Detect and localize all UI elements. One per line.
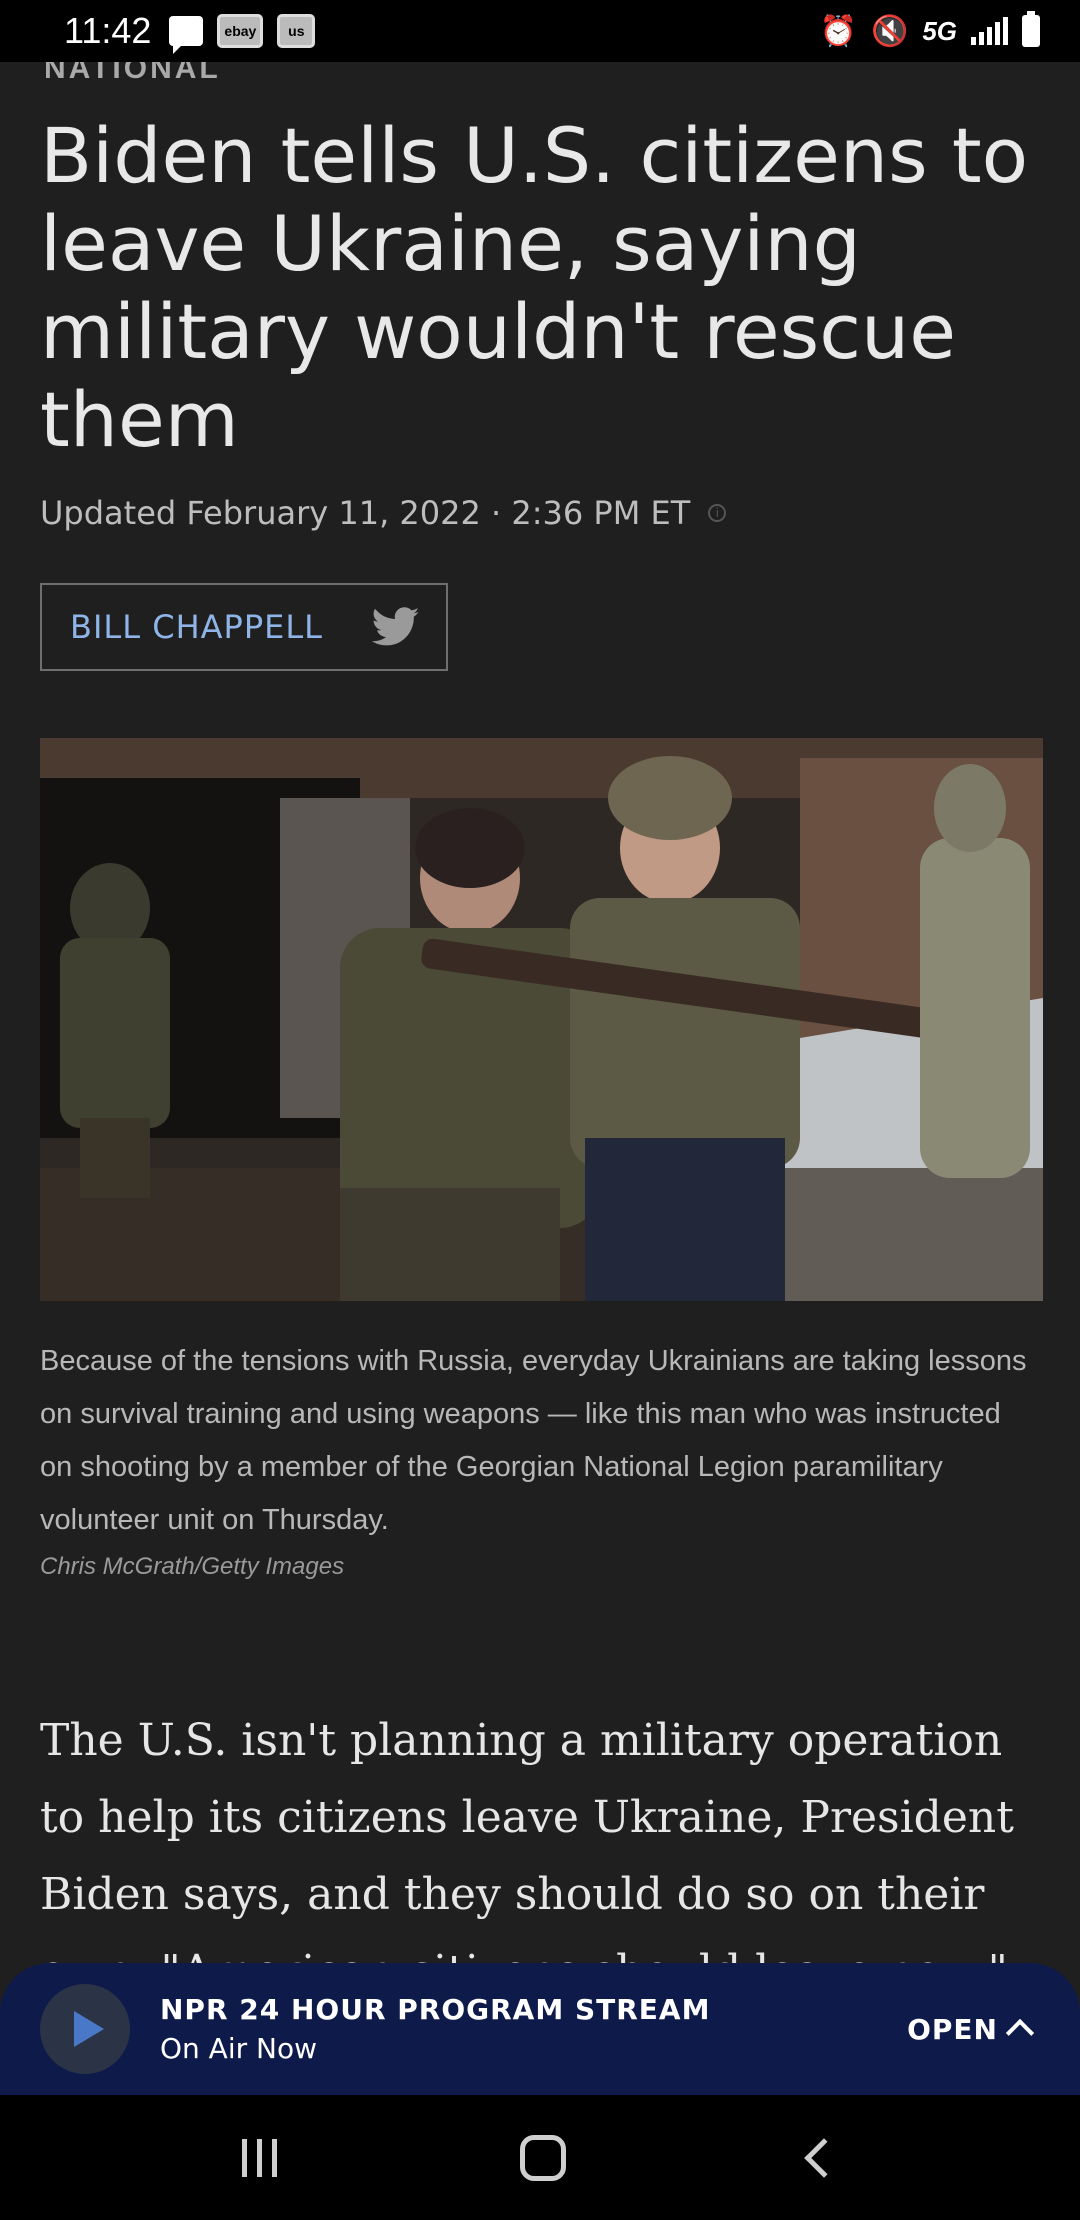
5g-icon: 5G — [922, 15, 957, 46]
play-button[interactable] — [40, 1984, 130, 2074]
play-icon — [74, 2011, 104, 2047]
battery-icon — [1022, 11, 1040, 47]
home-button[interactable] — [520, 2134, 567, 2181]
article-body: The U.S. isn't planning a military opera… — [40, 1715, 1014, 1968]
article-scroll-area[interactable]: NATIONAL Biden tells U.S. citizens to le… — [0, 0, 1080, 1968]
open-player-button[interactable]: OPEN — [907, 2012, 1035, 2048]
system-nav-bar — [0, 2095, 1080, 2220]
article-photo[interactable] — [40, 738, 1043, 1301]
info-icon[interactable]: i — [708, 504, 727, 522]
status-time: 11:42 — [64, 10, 152, 51]
twitter-icon[interactable] — [372, 607, 420, 647]
stream-info[interactable]: NPR 24 HOUR PROGRAM STREAM On Air Now — [160, 1993, 710, 2065]
signal-icon — [971, 17, 1008, 45]
updated-timestamp: Updated February 11, 2022 · 2:36 PM ET — [40, 494, 691, 532]
back-button[interactable] — [804, 2137, 844, 2178]
photo-illustration — [40, 738, 1043, 1301]
chevron-up-icon — [1005, 2018, 1035, 2048]
audio-player-bar[interactable]: NPR 24 HOUR PROGRAM STREAM On Air Now OP… — [0, 1963, 1080, 2095]
article-meta: Updated February 11, 2022 · 2:36 PM ET i — [40, 494, 727, 532]
system-icons: ⏰ 🔇 5G — [819, 11, 1040, 49]
status-bar: 11:42 ebay us ⏰ 🔇 5G — [0, 0, 1080, 62]
notification-icons: ebay us — [169, 14, 316, 54]
alarm-icon: ⏰ — [819, 14, 857, 48]
photo-credit: Chris McGrath/Getty Images — [40, 1553, 345, 1580]
message-icon — [169, 16, 204, 54]
photo-caption: Because of the tensions with Russia, eve… — [40, 1345, 1027, 1536]
recent-apps-button[interactable] — [241, 2138, 277, 2177]
stream-title: NPR 24 HOUR PROGRAM STREAM — [160, 1993, 711, 2026]
stream-subtitle: On Air Now — [160, 2032, 318, 2065]
us-app-icon: us — [277, 14, 316, 48]
author-byline[interactable]: BILL CHAPPELL — [40, 583, 448, 671]
ebay-app-icon: ebay — [217, 14, 264, 48]
open-label: OPEN — [907, 2012, 998, 2046]
mute-icon: 🔇 — [870, 14, 909, 48]
author-name[interactable]: BILL CHAPPELL — [70, 608, 323, 646]
article-headline: Biden tells U.S. citizens to leave Ukrai… — [40, 111, 1029, 464]
